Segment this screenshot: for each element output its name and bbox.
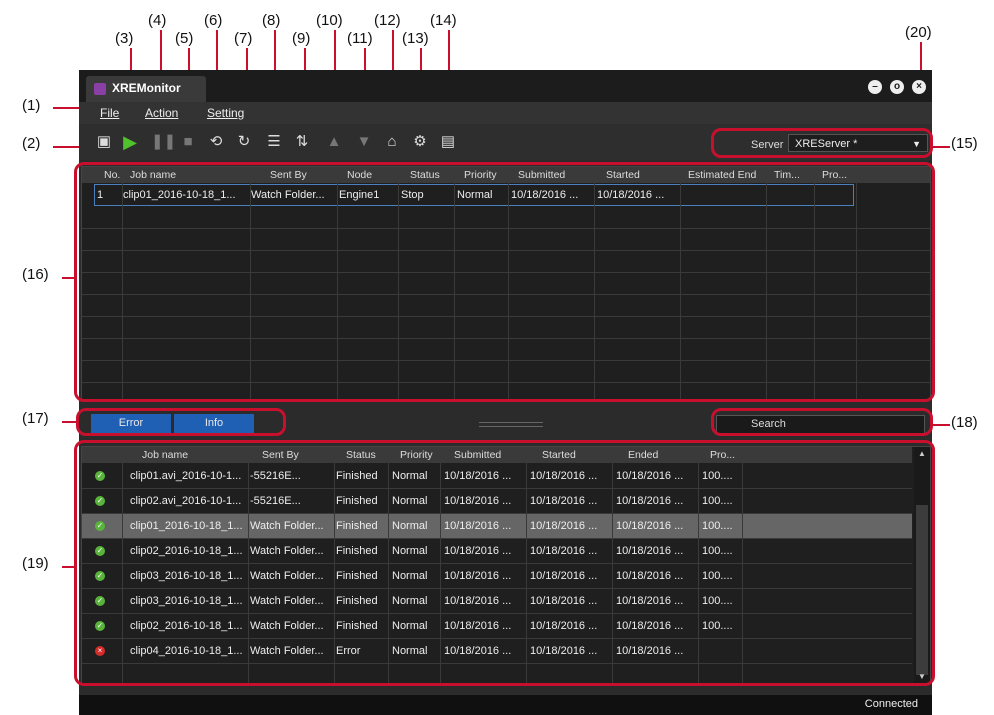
app-tab[interactable]: XREMonitor [86,76,206,102]
minimize-icon[interactable]: – [868,80,882,94]
pause-icon[interactable]: ❚❚ [151,133,176,151]
status-bar: Connected [79,695,932,715]
highlight-job-queue [74,162,935,402]
menu-settings[interactable]: Setting [207,106,244,120]
callout-4: (4) [148,12,167,29]
job-settings-icon[interactable]: ⚙ [411,133,429,151]
up-icon[interactable]: ▲ [325,133,343,151]
callout-20: (20) [905,24,932,41]
callout-11: (11) [347,30,373,47]
menu-file[interactable]: File [100,106,119,120]
callout-18: (18) [951,414,978,431]
callout-7: (7) [234,30,253,47]
folder-icon[interactable]: ▤ [439,133,457,151]
menu-action[interactable]: Action [145,106,178,120]
stop-icon[interactable]: ■ [179,133,197,151]
refresh-icon[interactable]: ↻ [235,133,253,151]
close-icon[interactable]: × [912,80,926,94]
play-icon[interactable]: ▶ [121,133,139,151]
highlight-server [711,128,933,158]
callout-9: (9) [292,30,311,47]
callout-16: (16) [22,266,49,283]
import-icon[interactable]: ⇅ [293,133,311,151]
callout-line-17 [62,421,76,423]
callout-10: (10) [316,12,343,29]
callout-17: (17) [22,410,49,427]
app-title: XREMonitor [112,81,181,95]
callout-12: (12) [374,12,401,29]
highlight-search [711,408,933,436]
callout-13: (13) [402,30,429,47]
list-icon[interactable]: ☰ [265,133,283,151]
callout-3: (3) [115,30,134,47]
job-icon[interactable]: ⌂ [383,133,401,151]
maximize-icon[interactable]: o [890,80,904,94]
menu-bar: File Action Setting [79,102,932,124]
callout-line-15 [932,146,950,148]
reset-icon[interactable]: ⟲ [207,133,225,151]
connection-status: Connected [864,698,918,710]
copy-icon[interactable]: ▣ [95,133,113,151]
callout-1: (1) [22,97,41,114]
callout-8: (8) [262,12,281,29]
title-bar: XREMonitor – o × [79,70,932,102]
callout-19: (19) [22,555,49,572]
callout-line-18 [932,424,950,426]
down-icon[interactable]: ▼ [355,133,373,151]
callout-14: (14) [430,12,457,29]
highlight-tabs [76,408,286,436]
callout-15: (15) [951,135,978,152]
callout-5: (5) [175,30,194,47]
highlight-log-grid [74,440,935,686]
splitter-handle[interactable] [479,422,543,427]
callout-2: (2) [22,135,41,152]
app-logo-icon [94,83,106,95]
callout-6: (6) [204,12,223,29]
